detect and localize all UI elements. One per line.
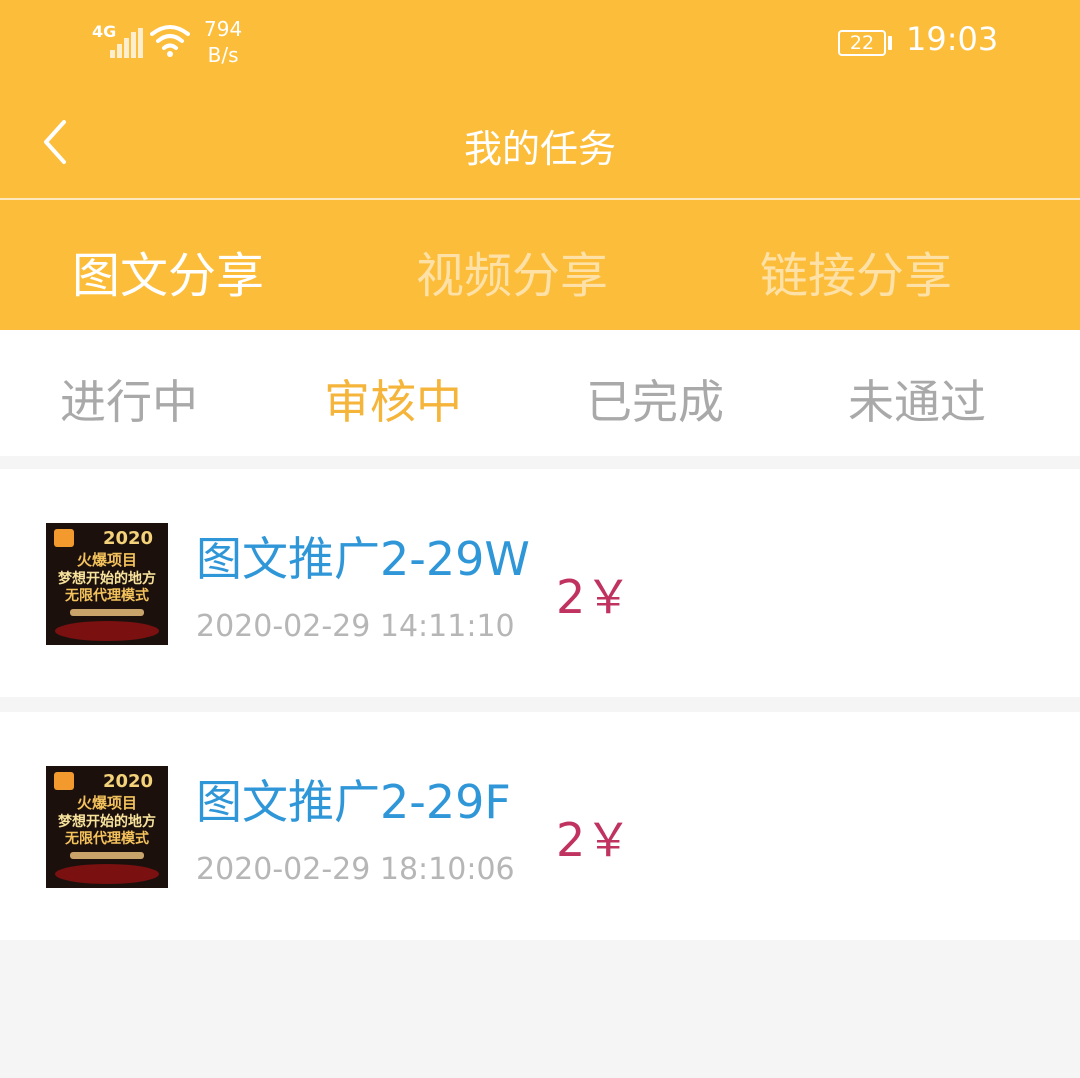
thumb-line1: 火爆项目 bbox=[77, 551, 137, 569]
thumb-year: 2020 bbox=[103, 771, 153, 792]
tab-under-review[interactable]: 审核中 bbox=[324, 366, 462, 432]
tab-image-text-share[interactable]: 图文分享 bbox=[72, 236, 264, 306]
thumb-line2: 梦想开始的地方 bbox=[58, 570, 156, 587]
clock: 19:03 bbox=[906, 20, 999, 58]
task-name: 图文推广2-29W bbox=[196, 532, 530, 586]
wifi-icon bbox=[150, 25, 190, 57]
thumb-line1: 火爆项目 bbox=[77, 794, 137, 812]
task-thumbnail: 2020 火爆项目 梦想开始的地方 无限代理模式 bbox=[46, 766, 168, 888]
tab-rejected[interactable]: 未通过 bbox=[848, 366, 986, 432]
task-card[interactable]: 2020 火爆项目 梦想开始的地方 无限代理模式 图文推广2-29F 2020-… bbox=[0, 712, 1080, 940]
speed-value: 794 bbox=[204, 17, 243, 41]
task-card[interactable]: 2020 火爆项目 梦想开始的地方 无限代理模式 图文推广2-29W 2020-… bbox=[0, 469, 1080, 697]
task-time: 2020-02-29 14:11:10 bbox=[196, 609, 515, 644]
thumb-line3: 无限代理模式 bbox=[64, 587, 149, 604]
speed-unit: B/s bbox=[207, 43, 239, 67]
task-price: 2￥ bbox=[556, 813, 632, 867]
battery-icon: 22 bbox=[838, 30, 886, 56]
thumb-line3: 无限代理模式 bbox=[64, 830, 149, 847]
tab-in-progress[interactable]: 进行中 bbox=[60, 366, 198, 432]
tab-link-share[interactable]: 链接分享 bbox=[760, 236, 952, 306]
thumb-year: 2020 bbox=[103, 528, 153, 549]
battery-tip bbox=[888, 36, 892, 50]
type-tabs: 图文分享 视频分享 链接分享 bbox=[0, 200, 1080, 330]
tab-completed[interactable]: 已完成 bbox=[586, 366, 724, 432]
nav-bar: 我的任务 bbox=[0, 88, 1080, 198]
task-name: 图文推广2-29F bbox=[196, 775, 511, 829]
signal-icon bbox=[110, 28, 144, 58]
network-speed: 794 B/s bbox=[204, 16, 242, 68]
status-tabs: 进行中 审核中 已完成 未通过 bbox=[0, 330, 1080, 456]
thumb-line2: 梦想开始的地方 bbox=[58, 813, 156, 830]
task-price: 2￥ bbox=[556, 570, 632, 624]
status-bar: 4G 794 B/s 22 19:03 bbox=[0, 0, 1080, 88]
task-time: 2020-02-29 18:10:06 bbox=[196, 852, 515, 887]
battery-level: 22 bbox=[849, 32, 875, 54]
page-title: 我的任务 bbox=[463, 127, 616, 171]
task-thumbnail: 2020 火爆项目 梦想开始的地方 无限代理模式 bbox=[46, 523, 168, 645]
tab-video-share[interactable]: 视频分享 bbox=[416, 236, 608, 306]
